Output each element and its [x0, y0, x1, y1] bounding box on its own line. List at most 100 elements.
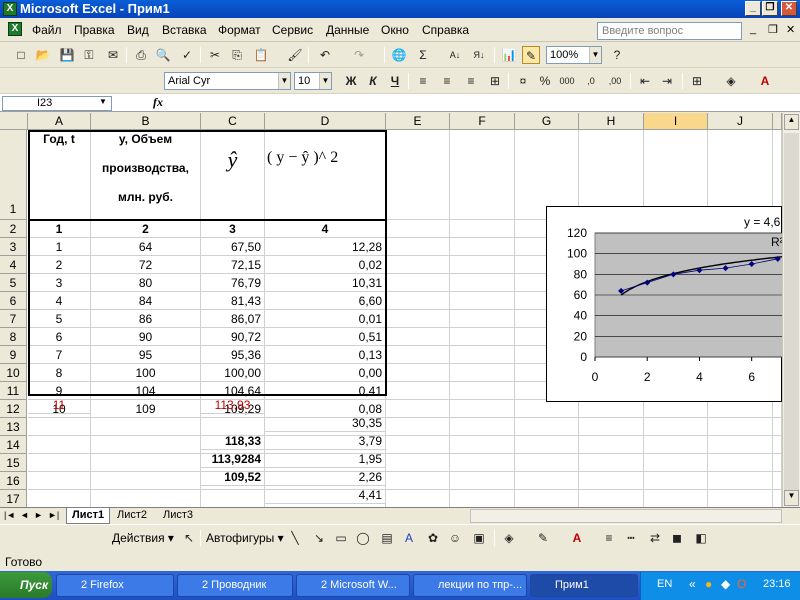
cell-empty[interactable] [515, 436, 579, 454]
cell-d14[interactable]: 30,35 [265, 414, 386, 432]
row-header-16[interactable]: 16 [0, 472, 27, 490]
cell-d17[interactable]: 2,26 [265, 468, 386, 486]
font-color-draw-icon[interactable]: A [568, 529, 586, 547]
cell-empty[interactable] [386, 256, 450, 274]
col-header-k[interactable] [773, 113, 782, 130]
cell-b1[interactable]: у, Объем производства, млн. руб. [91, 130, 201, 220]
dash-style-icon[interactable]: ┅ [622, 529, 640, 547]
cell-empty[interactable] [386, 292, 450, 310]
start-button[interactable]: Пуск [0, 572, 52, 598]
table-cell[interactable]: 81,43 [201, 292, 265, 310]
cell-empty[interactable] [386, 238, 450, 256]
underline-button[interactable]: Ч [386, 72, 404, 90]
chart-wizard-icon[interactable]: 📊 [500, 46, 518, 64]
cell-empty[interactable] [386, 436, 450, 454]
table-cell[interactable]: 86 [91, 310, 201, 328]
cell-empty[interactable] [450, 130, 515, 220]
cell-empty[interactable] [515, 472, 579, 490]
tray-opera-icon[interactable]: O [737, 577, 746, 591]
row-header-3[interactable]: 3 [0, 238, 27, 256]
cell-empty[interactable] [386, 472, 450, 490]
table-cell[interactable]: 4 [28, 292, 91, 310]
formula-input[interactable] [170, 95, 798, 111]
fx-icon[interactable]: fx [153, 95, 163, 110]
menu-format[interactable]: Формат [218, 23, 261, 37]
align-left-icon[interactable]: ≡ [414, 72, 432, 90]
sort-ascending-icon[interactable]: A↓ [446, 46, 464, 64]
increase-indent-icon[interactable]: ⇥ [658, 72, 676, 90]
save-icon[interactable]: 💾 [58, 46, 76, 64]
line-style-icon[interactable]: ≡ [600, 529, 618, 547]
cell-empty[interactable] [386, 400, 450, 418]
decrease-indent-icon[interactable]: ⇤ [636, 72, 654, 90]
vertical-scrollbar[interactable]: ▲ ▼ [782, 113, 800, 507]
cell-empty[interactable] [708, 436, 773, 454]
cell-empty[interactable] [450, 328, 515, 346]
cell-empty[interactable] [91, 418, 201, 436]
cell-empty[interactable] [28, 436, 91, 454]
cell-empty[interactable] [450, 436, 515, 454]
table-cell[interactable]: 0,41 [265, 382, 386, 400]
hyperlink-icon[interactable]: 🌐 [390, 46, 408, 64]
task-word[interactable]: 2 Microsoft W... [296, 574, 410, 597]
font-color-icon[interactable]: A [756, 72, 774, 90]
decrease-decimal-icon[interactable]: ,00 [606, 72, 624, 90]
cell-empty[interactable] [386, 346, 450, 364]
cell-empty[interactable] [450, 310, 515, 328]
cell-c17[interactable]: 109,52 [201, 468, 265, 486]
tray-network-icon[interactable]: ◆ [721, 577, 730, 591]
permission-icon[interactable]: ⚿ [80, 46, 98, 64]
select-all-corner[interactable] [0, 113, 28, 130]
cell-empty[interactable] [386, 310, 450, 328]
cell-empty[interactable] [773, 436, 782, 454]
tab-nav-last-icon[interactable]: ►| [48, 510, 59, 520]
table-cell[interactable]: 100,00 [201, 364, 265, 382]
cell-empty[interactable] [28, 454, 91, 472]
row-header-4[interactable]: 4 [0, 256, 27, 274]
cell-a2[interactable]: 1 [28, 220, 91, 238]
arrow-style-icon[interactable]: ⇄ [646, 529, 664, 547]
currency-icon[interactable]: ¤ [514, 72, 532, 90]
drawing-icon[interactable]: ✎ [522, 46, 540, 64]
autoshapes-menu[interactable]: Автофигуры ▾ [206, 531, 284, 545]
table-cell[interactable]: 6 [28, 328, 91, 346]
sort-descending-icon[interactable]: Я↓ [470, 46, 488, 64]
open-icon[interactable]: 📂 [34, 46, 52, 64]
cell-empty[interactable] [515, 418, 579, 436]
table-cell[interactable]: 90,72 [201, 328, 265, 346]
cell-empty[interactable] [644, 418, 708, 436]
diagram-icon[interactable]: ✿ [424, 529, 442, 547]
merge-center-icon[interactable]: ⊞ [486, 72, 504, 90]
cell-empty[interactable] [579, 418, 644, 436]
cell-empty[interactable] [91, 454, 201, 472]
menu-tools[interactable]: Сервис [272, 23, 313, 37]
table-cell[interactable]: 2 [28, 256, 91, 274]
cell-empty[interactable] [386, 274, 450, 292]
font-size-select[interactable]: 10 ▼ [294, 72, 332, 90]
cell-c16[interactable]: 113,9284 [201, 450, 265, 468]
table-cell[interactable]: 104 [91, 382, 201, 400]
arrow-icon[interactable]: ↘ [310, 529, 328, 547]
table-cell[interactable]: 67,50 [201, 238, 265, 256]
table-cell[interactable]: 3 [28, 274, 91, 292]
horizontal-scrollbar[interactable] [470, 509, 782, 523]
cell-empty[interactable] [386, 364, 450, 382]
redo-icon[interactable]: ↷ [350, 46, 368, 64]
tab-nav-prev-icon[interactable]: ◄ [20, 510, 29, 520]
table-cell[interactable]: 76,79 [201, 274, 265, 292]
col-header-b[interactable]: B [91, 113, 201, 130]
undo-icon[interactable]: ↶ [316, 46, 334, 64]
table-cell[interactable]: 0,02 [265, 256, 386, 274]
cell-d15[interactable]: 3,79 [265, 432, 386, 450]
row-header-6[interactable]: 6 [0, 292, 27, 310]
cell-d2[interactable]: 4 [265, 220, 386, 238]
col-header-a[interactable]: A [28, 113, 91, 130]
row-header-5[interactable]: 5 [0, 274, 27, 292]
scroll-down-icon[interactable]: ▼ [784, 490, 799, 506]
copy-icon[interactable]: ⎘ [228, 46, 246, 64]
sheet-tab-2[interactable]: Лист2 [112, 508, 153, 524]
percent-icon[interactable]: % [536, 72, 554, 90]
clipart-icon[interactable]: ☺ [446, 529, 464, 547]
cell-empty[interactable] [91, 490, 201, 507]
table-cell[interactable]: 8 [28, 364, 91, 382]
